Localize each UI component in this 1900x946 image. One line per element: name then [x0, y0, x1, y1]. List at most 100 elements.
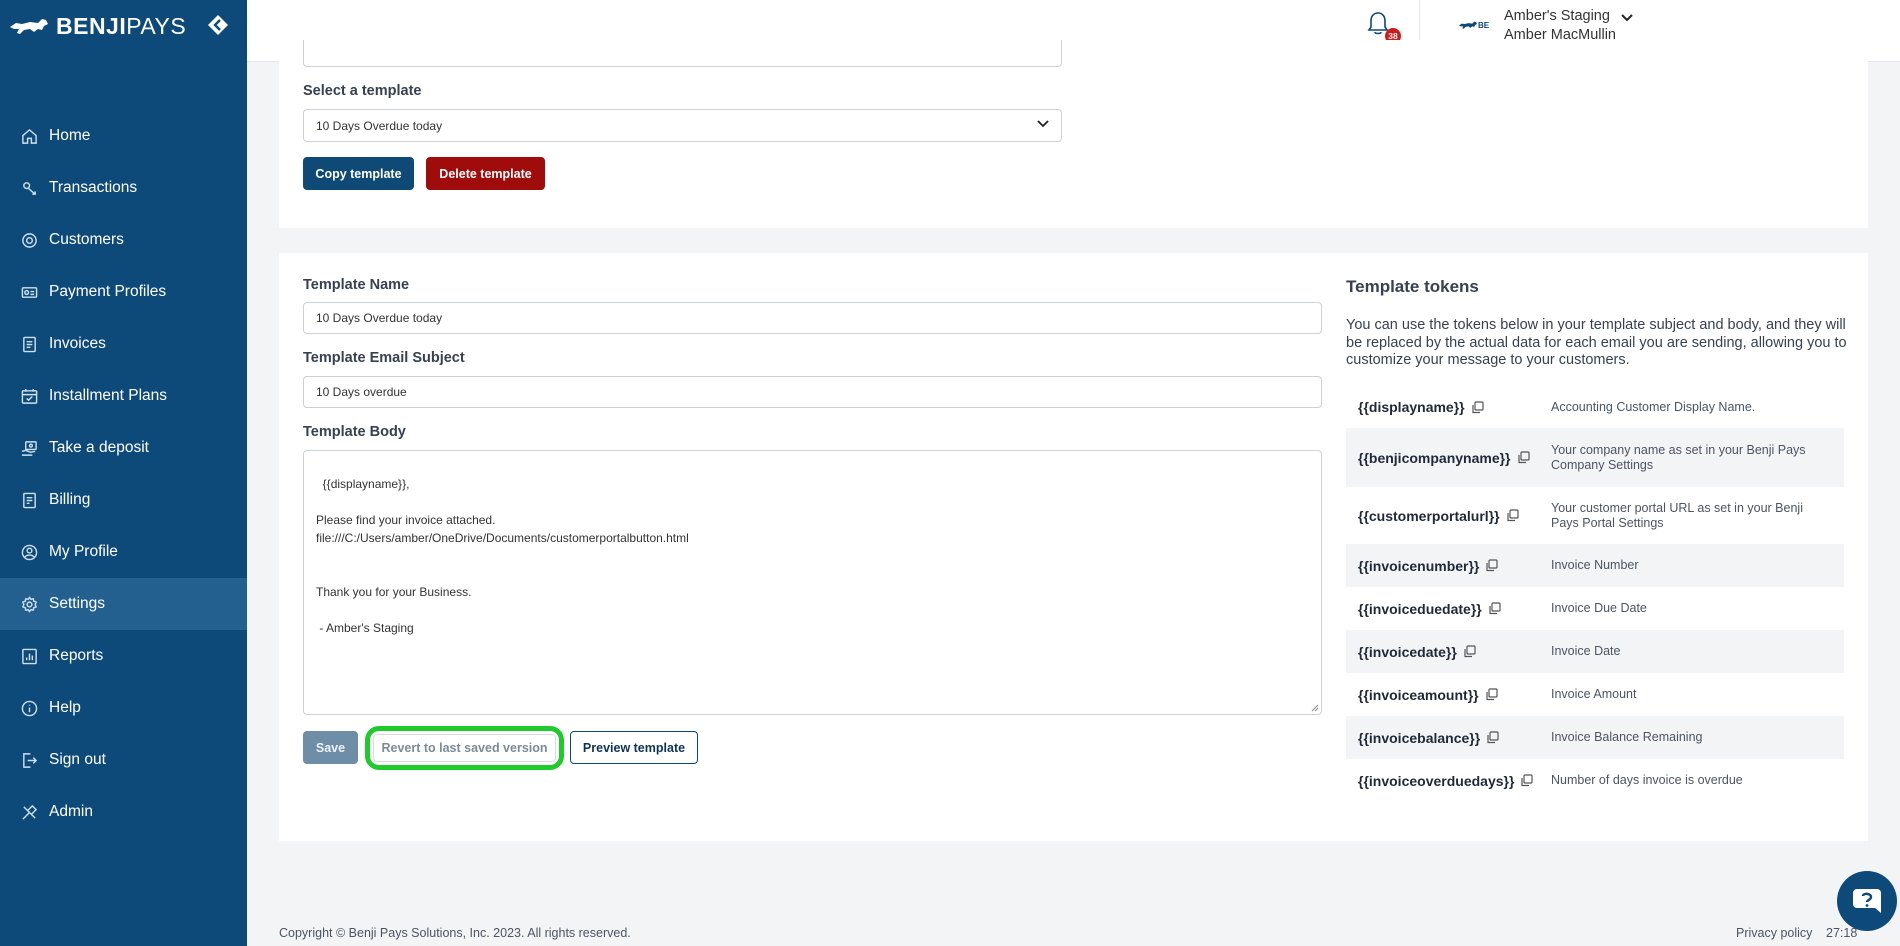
template-selector-card: Select a template 10 Days Overdue today …	[279, 40, 1868, 228]
token-name: {{invoiceduedate}}	[1346, 601, 1551, 617]
copy-template-button[interactable]: Copy template	[303, 157, 414, 190]
token-text: {{benjicompanyname}}	[1358, 449, 1511, 466]
token-name: {{invoiceoverduedays}}	[1346, 773, 1551, 789]
sidebar-item-sign-out[interactable]: Sign out	[0, 734, 247, 786]
token-description: Invoice Amount	[1551, 687, 1637, 702]
token-text: {{invoiceduedate}}	[1358, 600, 1482, 617]
sidebar-item-label: Payment Profiles	[49, 283, 167, 300]
token-text: {{invoiceamount}}	[1358, 686, 1479, 703]
privacy-policy-link[interactable]: Privacy policy	[1736, 926, 1812, 940]
revert-button[interactable]: Revert to last saved version	[373, 734, 556, 762]
template-select[interactable]: 10 Days Overdue today	[303, 109, 1062, 142]
sidebar-item-my-profile[interactable]: My Profile	[0, 526, 247, 578]
invoices-icon	[20, 335, 38, 353]
token-row: {{invoiceamount}} Invoice Amount	[1346, 673, 1844, 716]
template-body-textarea[interactable]: {{displayname}}, Please find your invoic…	[303, 450, 1322, 715]
sidebar-item-label: Take a deposit	[49, 439, 149, 456]
sidebar-item-label: Installment Plans	[49, 387, 168, 404]
sidebar-nav: Home Transactions Customers Payment Prof…	[0, 110, 247, 838]
tokens-description: You can use the tokens below in your tem…	[1346, 317, 1847, 368]
token-text: {{invoicenumber}}	[1358, 557, 1480, 574]
copy-icon[interactable]	[1488, 602, 1501, 615]
copy-icon[interactable]	[1517, 451, 1530, 464]
copy-icon[interactable]	[1520, 774, 1534, 787]
token-description: Invoice Number	[1551, 558, 1639, 573]
copy-icon[interactable]	[1485, 559, 1498, 572]
sidebar-item-billing[interactable]: Billing	[0, 474, 247, 526]
token-row: {{displayname}} Accounting Customer Disp…	[1346, 386, 1844, 428]
sidebar-item-label: Admin	[49, 803, 93, 820]
sidebar-item-label: Settings	[49, 595, 106, 612]
payment-profiles-icon	[20, 283, 38, 301]
sidebar-item-payment-profiles[interactable]: Payment Profiles	[0, 266, 247, 318]
template-subject-input[interactable]: 10 Days overdue	[303, 376, 1322, 408]
sidebar-item-label: My Profile	[49, 543, 118, 560]
sidebar-item-label: Invoices	[49, 335, 106, 352]
help-chat-button[interactable]	[1837, 871, 1897, 931]
copy-icon[interactable]	[1506, 509, 1519, 522]
template-name-value: 10 Days Overdue today	[316, 311, 443, 325]
template-name-label: Template Name	[303, 277, 410, 293]
sidebar-item-label: Home	[49, 127, 91, 144]
template-name-input[interactable]: 10 Days Overdue today	[303, 302, 1322, 334]
copy-icon[interactable]	[1471, 400, 1484, 414]
sidebar-item-admin[interactable]: Admin	[0, 786, 247, 838]
sidebar: BENJIPAYS Home Transactions Customers Pa…	[0, 0, 247, 946]
token-description: Your customer portal URL as set in your …	[1551, 501, 1803, 530]
sidebar-item-label: Reports	[49, 647, 104, 664]
token-row: {{customerportalurl}} Your customer port…	[1346, 487, 1844, 544]
sidebar-item-help[interactable]: Help	[0, 682, 247, 734]
copy-icon[interactable]	[1463, 645, 1476, 658]
account-company: Amber's Staging	[1504, 8, 1610, 24]
company-logo: BE	[1458, 17, 1492, 33]
token-description: Accounting Customer Display Name.	[1551, 399, 1756, 414]
reports-icon	[20, 647, 38, 665]
token-name: {{invoicebalance}}	[1346, 730, 1551, 746]
token-name: {{benjicompanyname}}	[1346, 450, 1551, 466]
token-text: {{invoicedate}}	[1358, 643, 1457, 660]
token-description: Invoice Due Date	[1551, 601, 1647, 616]
token-row: {{invoiceoverduedays}} Number of days in…	[1346, 759, 1844, 802]
preview-template-button[interactable]: Preview template	[570, 731, 698, 764]
company-logo-text: BE	[1478, 20, 1490, 30]
delete-template-button[interactable]: Delete template	[426, 157, 545, 190]
copy-icon[interactable]	[1486, 731, 1499, 744]
sidebar-item-reports[interactable]: Reports	[0, 630, 247, 682]
chevron-down-icon	[1037, 120, 1049, 128]
sidebar-item-take-a-deposit[interactable]: Take a deposit	[0, 422, 247, 474]
billing-icon	[20, 491, 38, 509]
template-body-value: {{displayname}}, Please find your invoic…	[316, 477, 689, 635]
token-row: {{invoiceduedate}} Invoice Due Date	[1346, 587, 1844, 630]
sidebar-item-label: Sign out	[49, 751, 106, 768]
help-icon	[20, 699, 38, 717]
resize-grip-icon[interactable]	[1311, 704, 1319, 712]
token-name: {{customerportalurl}}	[1346, 508, 1551, 524]
chevron-down-icon[interactable]	[1621, 13, 1633, 23]
sidebar-item-label: Billing	[49, 491, 91, 508]
template-body-label: Template Body	[303, 424, 406, 440]
sidebar-item-home[interactable]: Home	[0, 110, 247, 162]
token-row: {{invoicedate}} Invoice Date	[1346, 630, 1844, 673]
token-text: {{invoicebalance}}	[1358, 729, 1481, 746]
sidebar-item-settings[interactable]: Settings	[0, 578, 247, 630]
token-description: Invoice Balance Remaining	[1551, 730, 1703, 745]
dog-logo-icon	[10, 19, 48, 34]
sidebar-item-customers[interactable]: Customers	[0, 214, 247, 266]
sidebar-item-label: Customers	[49, 231, 124, 248]
sidebar-item-invoices[interactable]: Invoices	[0, 318, 247, 370]
footer-copyright: Copyright © Benji Pays Solutions, Inc. 2…	[279, 926, 631, 940]
admin-icon	[20, 803, 38, 821]
previous-field[interactable]	[303, 40, 1062, 67]
deposit-icon	[20, 439, 38, 457]
dog-logo-icon	[1458, 21, 1478, 29]
save-button[interactable]: Save	[303, 731, 358, 764]
copy-icon[interactable]	[1485, 688, 1498, 701]
collapse-diamond-icon[interactable]	[207, 14, 229, 36]
gear-icon	[20, 595, 38, 613]
sidebar-item-installment-plans[interactable]: Installment Plans	[0, 370, 247, 422]
tokens-title: Template tokens	[1346, 277, 1479, 296]
token-text: {{displayname}}	[1358, 399, 1465, 415]
sidebar-item-transactions[interactable]: Transactions	[0, 162, 247, 214]
token-text: {{invoiceoverduedays}}	[1358, 772, 1515, 789]
chat-help-icon	[1853, 889, 1881, 913]
